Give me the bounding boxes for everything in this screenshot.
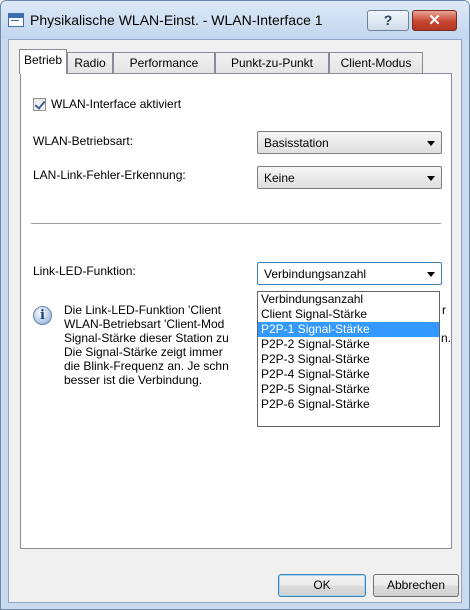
section-divider	[31, 223, 441, 227]
chevron-down-icon	[427, 272, 435, 277]
ok-button[interactable]: OK	[278, 574, 366, 597]
chevron-down-icon	[427, 141, 435, 146]
wlan-enabled-checkbox[interactable]	[33, 98, 46, 111]
tab-panel-betrieb: WLAN-Interface aktiviert WLAN-Betriebsar…	[20, 73, 452, 549]
dialog-window: Physikalische WLAN-Einst. - WLAN-Interfa…	[0, 0, 470, 610]
dropdown-option[interactable]: P2P-2 Signal-Stärke	[258, 337, 439, 352]
close-button[interactable]: ✕	[412, 10, 457, 31]
led-function-dropdown-list: Verbindungsanzahl Client Signal-Stärke P…	[257, 291, 440, 427]
help-button[interactable]: ?	[367, 10, 409, 31]
dropdown-option[interactable]: P2P-3 Signal-Stärke	[258, 352, 439, 367]
lan-link-label: LAN-Link-Fehler-Erkennung:	[33, 168, 186, 182]
dropdown-option[interactable]: Verbindungsanzahl	[258, 292, 439, 307]
led-function-select-value: Verbindungsanzahl	[264, 267, 367, 281]
dropdown-option-highlighted[interactable]: P2P-1 Signal-Stärke	[258, 322, 439, 337]
dropdown-option[interactable]: P2P-4 Signal-Stärke	[258, 367, 439, 382]
info-icon: i	[33, 306, 52, 325]
lan-link-select-value: Keine	[264, 171, 295, 185]
dropdown-option[interactable]: P2P-6 Signal-Stärke	[258, 397, 439, 412]
cancel-button[interactable]: Abbrechen	[373, 574, 459, 597]
led-function-select[interactable]: Verbindungsanzahl	[257, 262, 442, 285]
mode-select-value: Basisstation	[264, 136, 329, 150]
lan-link-select[interactable]: Keine	[257, 166, 442, 189]
tab-punkt-zu-punkt[interactable]: Punkt-zu-Punkt	[215, 52, 329, 73]
title-bar[interactable]: Physikalische WLAN-Einst. - WLAN-Interfa…	[1, 1, 469, 39]
info-text-overflow: n.	[441, 331, 452, 345]
led-function-label: Link-LED-Funktion:	[33, 264, 136, 278]
tab-betrieb[interactable]: Betrieb	[19, 49, 67, 74]
dropdown-option[interactable]: Client Signal-Stärke	[258, 307, 439, 322]
tab-client-modus[interactable]: Client-Modus	[329, 52, 423, 73]
wlan-enabled-label[interactable]: WLAN-Interface aktiviert	[51, 97, 181, 111]
mode-select[interactable]: Basisstation	[257, 131, 442, 154]
window-app-icon	[8, 13, 24, 27]
dropdown-option[interactable]: P2P-5 Signal-Stärke	[258, 382, 439, 397]
mode-label: WLAN-Betriebsart:	[33, 134, 134, 148]
window-title: Physikalische WLAN-Einst. - WLAN-Interfa…	[30, 12, 323, 28]
dialog-client-area: Betrieb Radio Performance Punkt-zu-Punkt…	[8, 39, 462, 603]
info-text-overflow: r	[442, 303, 446, 317]
chevron-down-icon	[427, 176, 435, 181]
tab-performance[interactable]: Performance	[113, 52, 215, 73]
tab-radio[interactable]: Radio	[67, 52, 113, 73]
